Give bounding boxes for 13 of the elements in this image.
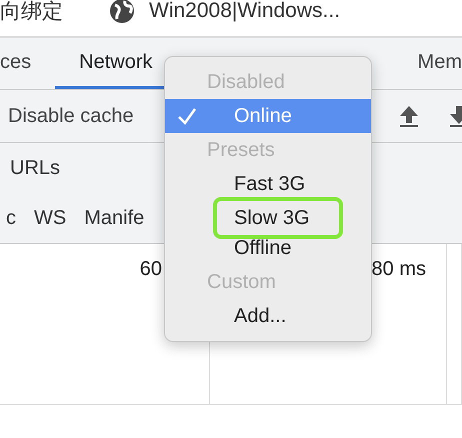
- browser-tab[interactable]: Win2008|Windows...: [109, 0, 340, 24]
- browser-tab[interactable]: 向绑定: [0, 0, 63, 25]
- menu-header: Presets: [206, 138, 276, 163]
- menu-header: Disabled: [206, 70, 286, 95]
- upload-icon[interactable]: [398, 104, 420, 128]
- check-icon: [177, 107, 197, 125]
- disable-cache-label[interactable]: Disable cache: [8, 104, 134, 128]
- menu-item[interactable]: Fast 3G: [165, 167, 371, 201]
- type-filter[interactable]: WS: [34, 206, 66, 230]
- type-filter[interactable]: c: [6, 206, 16, 230]
- devtools-tab[interactable]: Mem: [394, 38, 462, 89]
- devtools-tab[interactable]: ces: [0, 38, 56, 89]
- type-filter[interactable]: Manife: [84, 206, 144, 230]
